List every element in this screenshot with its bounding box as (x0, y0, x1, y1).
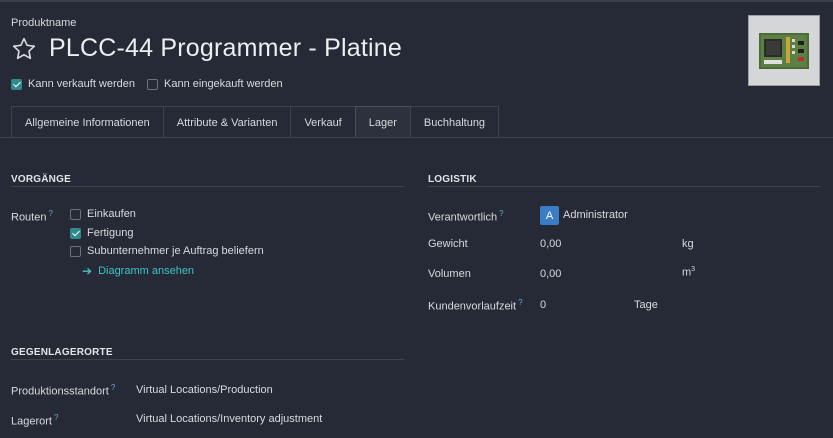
counterpart-rule (11, 359, 404, 360)
help-icon[interactable]: ? (48, 209, 52, 218)
help-icon[interactable]: ? (518, 298, 522, 307)
tab-bar: Allgemeine Informationen Attribute & Var… (11, 106, 500, 138)
volume-unit: m3 (682, 266, 695, 279)
product-name-label: Produktname (11, 17, 77, 29)
routes-label: Routen? (11, 209, 53, 224)
product-title[interactable]: PLCC-44 Programmer - Platine (49, 34, 402, 63)
counterpart-heading: GEGENLAGERORTE (11, 347, 113, 358)
production-location-label-text: Produktionsstandort (11, 385, 109, 398)
star-icon[interactable] (11, 36, 37, 62)
can-be-sold-label: Kann verkauft werden (28, 78, 136, 90)
lead-time-unit: Tage (634, 299, 658, 311)
volume-unit-base: m (682, 266, 692, 279)
view-diagram-label: Diagramm ansehen (98, 265, 195, 277)
checkbox-checked[interactable] (11, 78, 22, 90)
arrow-right-icon: ➔ (82, 264, 93, 278)
avatar[interactable]: A (540, 206, 559, 225)
volume-unit-exponent: 3 (691, 266, 696, 273)
checkbox-unchecked[interactable] (70, 245, 81, 257)
operations-rule (11, 186, 404, 187)
volume-label: Volumen (428, 268, 471, 280)
weight-unit: kg (682, 238, 694, 250)
circuit-board-image (759, 32, 809, 69)
tab-attributes-variants[interactable]: Attribute & Varianten (162, 106, 292, 138)
can-be-purchased-label: Kann eingekauft werden (164, 78, 283, 90)
route-manufacture[interactable]: Fertigung (70, 227, 133, 239)
route-manufacture-label: Fertigung (87, 227, 134, 239)
route-subcontract[interactable]: Subunternehmer je Auftrag beliefern (70, 245, 264, 257)
operations-heading: VORGÄNGE (11, 174, 71, 185)
weight-label: Gewicht (428, 238, 468, 250)
route-buy[interactable]: Einkaufen (70, 208, 136, 220)
lead-time-label-text: Kundenvorlaufzeit (428, 300, 517, 313)
can-be-sold-checkbox[interactable]: Kann verkauft werden (11, 78, 135, 90)
help-icon[interactable]: ? (54, 413, 58, 422)
production-location-value[interactable]: Virtual Locations/Production (136, 384, 273, 396)
responsible-value[interactable]: Administrator (563, 209, 628, 221)
logistics-heading: LOGISTIK (428, 174, 477, 185)
title-row: PLCC-44 Programmer - Platine (11, 34, 402, 63)
product-image[interactable] (748, 15, 820, 86)
tab-divider (0, 137, 833, 138)
top-border (0, 0, 833, 2)
tab-accounting[interactable]: Buchhaltung (409, 106, 500, 138)
lead-time-input[interactable]: 0 (540, 299, 546, 311)
help-icon[interactable]: ? (111, 383, 115, 392)
tab-inventory[interactable]: Lager (354, 106, 411, 138)
inventory-location-value[interactable]: Virtual Locations/Inventory adjustment (136, 413, 322, 425)
view-diagram-link[interactable]: ➔ Diagramm ansehen (82, 264, 194, 278)
responsible-label-text: Verantwortlich (428, 211, 498, 224)
route-subcontract-label: Subunternehmer je Auftrag beliefern (87, 245, 264, 257)
production-location-label: Produktionsstandort? (11, 383, 115, 398)
help-icon[interactable]: ? (499, 209, 503, 218)
can-be-purchased-checkbox[interactable]: Kann eingekauft werden (147, 78, 283, 90)
inventory-location-label: Lagerort? (11, 413, 58, 428)
lead-time-label: Kundenvorlaufzeit? (428, 298, 523, 313)
inventory-location-label-text: Lagerort (11, 415, 52, 428)
checkbox-checked[interactable] (70, 227, 81, 239)
checkbox-unchecked[interactable] (70, 208, 81, 220)
checkbox-unchecked[interactable] (147, 78, 159, 90)
weight-input[interactable]: 0,00 (540, 238, 561, 250)
tab-general-info[interactable]: Allgemeine Informationen (11, 106, 164, 138)
tab-sales[interactable]: Verkauf (290, 106, 356, 138)
responsible-label: Verantwortlich? (428, 209, 504, 224)
logistics-rule (428, 186, 820, 187)
volume-input[interactable]: 0,00 (540, 268, 561, 280)
routes-label-text: Routen (11, 211, 47, 224)
product-flags: Kann verkauft werden Kann eingekauft wer… (11, 78, 295, 90)
route-buy-label: Einkaufen (87, 208, 136, 220)
